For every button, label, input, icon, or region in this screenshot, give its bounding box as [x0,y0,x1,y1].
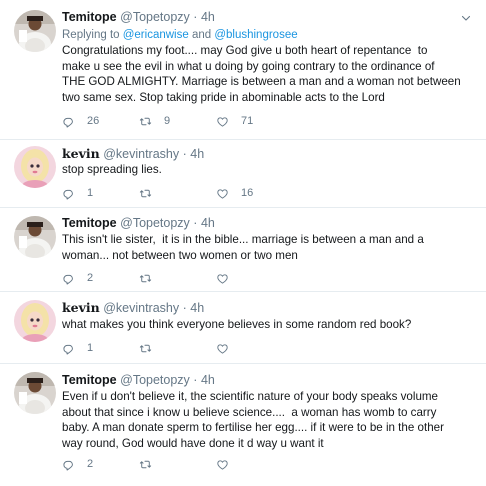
avatar[interactable] [14,216,56,258]
avatar[interactable] [14,146,56,188]
reply-icon [62,187,75,200]
replying-to-label: Replying to [62,29,123,41]
tweet-text: Even if u don't believe it, the scientif… [62,390,444,450]
retweet-icon [139,115,152,128]
heart-icon [216,187,229,200]
retweet-icon [139,342,152,355]
reply-count: 1 [87,342,94,354]
display-name[interactable]: kevin [62,146,100,161]
user-handle[interactable]: @Topetopzy [120,10,190,24]
like-button[interactable]: 71 [216,113,253,129]
user-handle[interactable]: @Topetopzy [120,216,190,230]
reply-button[interactable]: 1 [62,340,93,356]
reply-button[interactable]: 26 [62,113,99,129]
reply-button[interactable]: 2 [62,270,93,286]
reply-count: 2 [87,272,94,284]
tweet-actions: 26 9 71 [62,113,362,129]
retweet-icon [139,272,152,285]
avatar-image [14,300,56,342]
avatar-image [14,216,56,258]
like-button[interactable] [216,340,241,356]
tweet-actions: 1 16 [62,185,362,201]
separator-dot: · [193,10,198,24]
retweet-button[interactable] [139,456,164,472]
user-handle[interactable]: @kevintrashy [103,147,179,161]
display-name[interactable]: Temitope [62,216,117,230]
timestamp[interactable]: 4h [190,301,204,315]
avatar-image [14,146,56,188]
retweet-button[interactable] [139,185,164,201]
retweet-button[interactable]: 9 [139,113,170,129]
reply-button[interactable]: 1 [62,185,93,201]
heart-icon [216,115,229,128]
tweet-1[interactable]: Temitope @Topetopzy · 4h Replying to @er… [0,0,486,140]
reply-icon [62,458,75,471]
tweet-text: what makes you think everyone believes i… [62,318,412,331]
reply-icon [62,115,75,128]
retweet-icon [139,458,152,471]
avatar[interactable] [14,300,56,342]
tweet-2[interactable]: kevin @kevintrashy · 4h stop spreading l… [0,140,486,208]
reply-count: 26 [87,115,100,127]
heart-icon [216,272,229,285]
avatar-image [14,10,56,52]
retweet-button[interactable] [139,270,164,286]
tweet-actions: 2 [62,270,362,286]
tweet-4[interactable]: kevin @kevintrashy · 4h what makes you t… [0,292,486,364]
reply-button[interactable]: 2 [62,456,93,472]
user-handle[interactable]: @kevintrashy [103,301,179,315]
avatar[interactable] [14,10,56,52]
tweet-actions: 1 [62,340,362,356]
timestamp[interactable]: 4h [201,10,215,24]
heart-icon [216,458,229,471]
tweet-header: kevin @kevintrashy · 4h [62,146,204,162]
retweet-icon [139,187,152,200]
display-name[interactable]: Temitope [62,10,117,24]
tweet-actions: 2 [62,456,362,472]
mention-link[interactable]: @blushingrosee [214,29,297,41]
retweet-count: 9 [164,115,171,127]
separator-dot: · [193,216,198,230]
mention-link[interactable]: @ericanwise [123,29,189,41]
tweet-header: Temitope @Topetopzy · 4h [62,10,215,25]
chevron-down-icon[interactable] [460,12,472,24]
tweet-5[interactable]: Temitope @Topetopzy · 4h Even if u don't… [0,364,486,486]
replying-to: Replying to @ericanwise and @blushingros… [62,28,298,42]
replying-to-and: and [188,29,215,41]
tweet-3[interactable]: Temitope @Topetopzy · 4h This isn't lie … [0,208,486,292]
tweet-text: Congratulations my foot.... may God give… [62,44,461,104]
user-handle[interactable]: @Topetopzy [120,373,190,387]
display-name[interactable]: kevin [62,300,100,315]
like-count: 16 [241,187,254,199]
timestamp[interactable]: 4h [201,216,215,230]
timestamp[interactable]: 4h [190,147,204,161]
reply-icon [62,342,75,355]
display-name[interactable]: Temitope [62,373,117,387]
heart-icon [216,342,229,355]
tweet-text: This isn't lie sister, it is in the bibl… [62,233,424,262]
separator-dot: · [182,147,187,161]
retweet-button[interactable] [139,340,164,356]
avatar-image [14,372,56,414]
like-button[interactable] [216,456,241,472]
like-button[interactable] [216,270,241,286]
separator-dot: · [193,373,198,387]
like-button[interactable]: 16 [216,185,253,201]
tweet-header: kevin @kevintrashy · 4h [62,300,204,316]
reply-count: 1 [87,187,94,199]
conversation-thread: Temitope @Topetopzy · 4h Replying to @er… [0,0,486,486]
separator-dot: · [182,301,187,315]
timestamp[interactable]: 4h [201,373,215,387]
like-count: 71 [241,115,254,127]
tweet-header: Temitope @Topetopzy · 4h [62,373,215,388]
avatar[interactable] [14,372,56,414]
tweet-header: Temitope @Topetopzy · 4h [62,216,215,231]
reply-count: 2 [87,458,94,470]
tweet-text: stop spreading lies. [62,163,162,176]
reply-icon [62,272,75,285]
